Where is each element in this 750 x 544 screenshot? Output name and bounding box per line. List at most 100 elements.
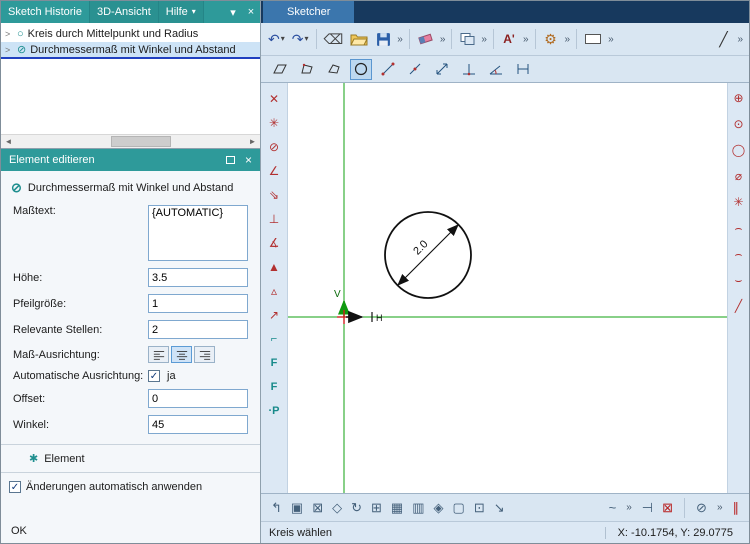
arc-tool-9[interactable]: ╱ <box>729 297 749 315</box>
tool-polygon-button[interactable] <box>323 59 345 80</box>
expander-icon[interactable]: > <box>5 29 13 39</box>
scrollbar-thumb[interactable] <box>111 136 171 147</box>
transform-tool-9[interactable]: ◈ <box>434 500 444 516</box>
snap-tool-4[interactable]: ∠ <box>264 160 284 181</box>
snap-tool-14[interactable]: ·P <box>264 400 284 421</box>
align-left-button[interactable] <box>148 346 169 363</box>
panel-menu-chevron-icon[interactable]: ▾ <box>224 1 242 23</box>
snap-tool-1[interactable]: ✕ <box>264 88 284 109</box>
redo-button[interactable]: ↷ ▾ <box>290 27 311 51</box>
tab-hilfe[interactable]: Hilfe ▾ <box>159 1 204 23</box>
align-center-button[interactable] <box>171 346 192 363</box>
sketch-canvas[interactable]: V H 2.0 <box>288 83 727 493</box>
undo-button[interactable]: ↶ ▾ <box>266 27 287 51</box>
tool-quad-button[interactable] <box>296 59 318 80</box>
delete-button[interactable]: ⌫ <box>322 27 346 51</box>
snap-tool-13[interactable]: F <box>264 376 284 397</box>
overflow-chevron[interactable]: » <box>716 502 724 513</box>
transform-tool-6[interactable]: ⊞ <box>371 500 382 516</box>
close-icon[interactable]: × <box>245 153 252 167</box>
tab-3d-ansicht[interactable]: 3D-Ansicht <box>90 1 159 23</box>
transform-tool-2[interactable]: ▣ <box>291 500 303 516</box>
rectangle-select-button[interactable] <box>582 27 604 51</box>
close-icon[interactable]: × <box>242 1 260 23</box>
auto-apply-checkbox[interactable]: ✓ <box>9 481 21 493</box>
arc-tool-6[interactable]: ⌢ <box>729 219 749 237</box>
snap-tool-5[interactable]: ⇘ <box>264 184 284 205</box>
transform-tool-11[interactable]: ⊡ <box>474 500 485 516</box>
hoehe-input[interactable] <box>148 268 248 287</box>
arc-tool-7[interactable]: ⌢ <box>729 245 749 263</box>
history-item-diameter-dim[interactable]: > ⊘ Durchmessermaß mit Winkel und Abstan… <box>1 42 260 59</box>
auto-align-checkbox[interactable]: ✓ <box>148 370 160 382</box>
settings-button[interactable]: ⚙ <box>541 27 561 51</box>
parallel-tool[interactable]: ∥ <box>733 500 740 516</box>
overflow-chevron[interactable]: » <box>480 34 488 45</box>
spline-tool[interactable]: ~ <box>609 500 617 515</box>
scrollbar-track[interactable] <box>16 135 245 148</box>
align-right-button[interactable] <box>194 346 215 363</box>
tool-dimension-button[interactable] <box>512 59 534 80</box>
eraser-button[interactable] <box>415 27 436 51</box>
masstext-input[interactable]: {AUTOMATIC} <box>148 205 248 261</box>
transform-tool-12[interactable]: ↘ <box>494 500 505 516</box>
overflow-chevron[interactable]: » <box>564 34 572 45</box>
transform-tool-4[interactable]: ◇ <box>332 500 342 516</box>
winkel-input[interactable] <box>148 415 248 434</box>
transform-tool-8[interactable]: ▥ <box>412 500 424 516</box>
offset-input[interactable] <box>148 389 248 408</box>
arc-tool-1[interactable]: ⊕ <box>729 89 749 107</box>
diameter-dimension-line[interactable] <box>398 225 458 285</box>
snap-tool-10[interactable]: ↗ <box>264 304 284 325</box>
overflow-chevron[interactable]: » <box>439 34 447 45</box>
snap-tool-8[interactable]: ▲ <box>264 256 284 277</box>
arc-tool-4[interactable]: ⌀ <box>729 167 749 185</box>
snap-tool-6[interactable]: ⊥ <box>264 208 284 229</box>
relevante-stellen-input[interactable] <box>148 320 248 339</box>
arc-tool-5[interactable]: ✳ <box>729 193 749 211</box>
text-style-button[interactable]: A' <box>499 27 519 51</box>
ellipse-tool[interactable]: ⊘ <box>696 500 707 516</box>
constraint-tool[interactable]: ⊣ <box>642 500 653 516</box>
line-style-button[interactable]: ╱ <box>713 27 733 51</box>
scroll-right-icon[interactable]: ► <box>245 135 260 148</box>
arc-tool-2[interactable]: ⊙ <box>729 115 749 133</box>
tool-perpendicular-button[interactable] <box>458 59 480 80</box>
snap-tool-3[interactable]: ⊘ <box>264 136 284 157</box>
expander-icon[interactable]: > <box>5 45 13 55</box>
overflow-chevron[interactable]: » <box>625 502 633 513</box>
element-button[interactable]: ✱ Element <box>1 444 260 473</box>
snap-tool-7[interactable]: ∡ <box>264 232 284 253</box>
overflow-chevron[interactable]: » <box>736 34 744 45</box>
delete-constraint-tool[interactable]: ⊠ <box>662 500 673 516</box>
tool-stretch-button[interactable] <box>431 59 453 80</box>
overflow-chevron[interactable]: » <box>522 34 530 45</box>
scroll-left-icon[interactable]: ◄ <box>1 135 16 148</box>
transform-tool-1[interactable]: ↰ <box>271 500 282 516</box>
open-button[interactable] <box>348 27 370 51</box>
horizontal-scrollbar[interactable]: ◄ ► <box>1 134 260 148</box>
pfeilgroesse-input[interactable] <box>148 294 248 313</box>
arc-tool-8[interactable]: ⌣ <box>729 271 749 289</box>
tab-sketch-historie[interactable]: Sketch Historie <box>1 1 90 23</box>
transform-tool-3[interactable]: ⊠ <box>312 500 323 516</box>
tool-parallelogram-button[interactable] <box>269 59 291 80</box>
copy-button[interactable] <box>457 27 477 51</box>
tool-circle-button[interactable] <box>350 59 372 80</box>
restore-icon[interactable] <box>226 156 235 164</box>
save-button[interactable] <box>373 27 393 51</box>
tool-angle-button[interactable] <box>485 59 507 80</box>
snap-tool-12[interactable]: F <box>264 352 284 373</box>
snap-tool-9[interactable]: ▵ <box>264 280 284 301</box>
arc-tool-3[interactable]: ◯ <box>729 141 749 159</box>
transform-tool-10[interactable]: ▢ <box>453 500 465 516</box>
tool-point-button[interactable] <box>404 59 426 80</box>
snap-tool-11[interactable]: ⌐ <box>264 328 284 349</box>
snap-tool-2[interactable]: ✳ <box>264 112 284 133</box>
tab-sketcher[interactable]: Sketcher <box>263 1 354 23</box>
tool-line-button[interactable] <box>377 59 399 80</box>
transform-tool-7[interactable]: ▦ <box>391 500 403 516</box>
overflow-chevron[interactable]: » <box>396 34 404 45</box>
transform-tool-5[interactable]: ↻ <box>351 500 362 516</box>
history-item-circle[interactable]: > ○ Kreis durch Mittelpunkt und Radius <box>1 25 260 42</box>
